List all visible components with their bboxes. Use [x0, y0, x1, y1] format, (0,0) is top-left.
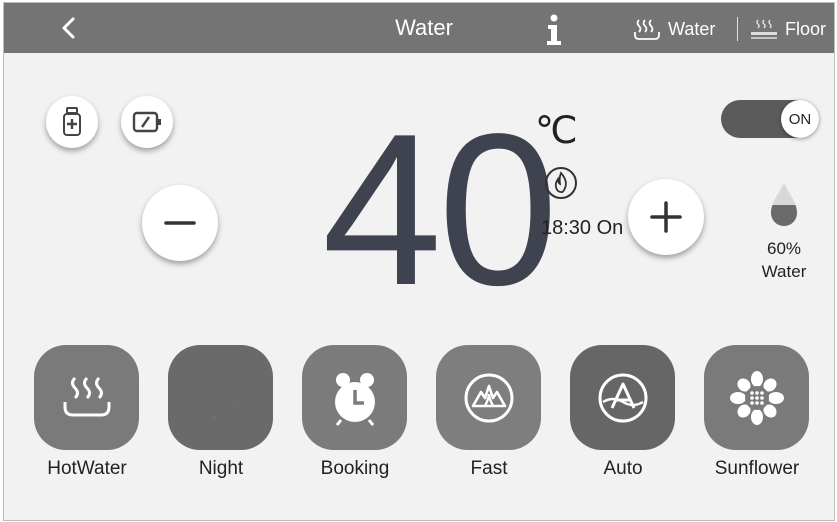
- tab-divider: [737, 17, 738, 41]
- hot-water-icon: [63, 376, 110, 416]
- chevron-left-icon: [62, 17, 75, 39]
- mode-auto-button[interactable]: [570, 345, 675, 450]
- mode-booking-label: Booking: [320, 458, 390, 479]
- decrease-temperature-button[interactable]: [142, 185, 218, 261]
- mode-fast-button[interactable]: [436, 345, 541, 450]
- moon-icon: [200, 375, 241, 418]
- water-level-percent: 60%: [766, 239, 802, 258]
- mode-fast-label: Fast: [470, 458, 508, 479]
- mode-auto-label: Auto: [603, 458, 643, 479]
- water-drop-icon: [767, 181, 801, 231]
- power-toggle[interactable]: ON: [721, 100, 819, 138]
- sunflower-icon: [729, 370, 784, 425]
- header-bar: Water Water Floor: [4, 3, 834, 53]
- tab-water[interactable]: Water: [632, 17, 715, 41]
- app-frame: Water Water Floor 40 ℃ 18:30 On ON 60% W…: [3, 2, 835, 521]
- schedule-text: 18:30 On: [541, 217, 624, 239]
- temperature-unit: ℃: [535, 110, 578, 152]
- water-level-label: Water: [761, 262, 807, 281]
- increase-temperature-button[interactable]: [628, 179, 704, 255]
- flame-icon: [544, 166, 578, 200]
- tab-water-label: Water: [668, 18, 716, 39]
- mode-night-button[interactable]: [168, 345, 273, 450]
- flame-circle-icon: [545, 167, 577, 199]
- fast-flame-icon: [464, 373, 513, 422]
- battery-button[interactable]: [121, 96, 173, 148]
- floor-heating-icon: [751, 19, 777, 39]
- minus-icon: [164, 221, 196, 225]
- mode-booking-button[interactable]: [302, 345, 407, 450]
- bottle-button[interactable]: [46, 96, 98, 148]
- power-toggle-knob: ON: [781, 100, 819, 138]
- battery-icon: [132, 111, 161, 133]
- back-button[interactable]: [54, 13, 84, 43]
- hot-water-icon: [634, 19, 660, 40]
- tab-floor[interactable]: Floor: [749, 17, 826, 41]
- alarm-clock-icon: [334, 372, 375, 426]
- power-toggle-label: ON: [788, 110, 812, 128]
- info-button[interactable]: [542, 11, 566, 47]
- mode-sunflower-label: Sunflower: [714, 458, 800, 479]
- tab-floor-label: Floor: [785, 18, 827, 39]
- plus-icon: [650, 201, 682, 233]
- mode-hotwater-button[interactable]: [34, 345, 139, 450]
- auto-icon: [598, 373, 647, 422]
- medicine-bottle-icon: [63, 107, 81, 136]
- mode-sunflower-button[interactable]: [704, 345, 809, 450]
- drop-level-icon: [771, 183, 797, 226]
- mode-hotwater-label: HotWater: [47, 458, 127, 479]
- page-title: Water: [395, 15, 453, 40]
- mode-night-label: Night: [198, 458, 244, 479]
- temperature-value: 40: [322, 88, 558, 330]
- info-icon: [547, 14, 561, 45]
